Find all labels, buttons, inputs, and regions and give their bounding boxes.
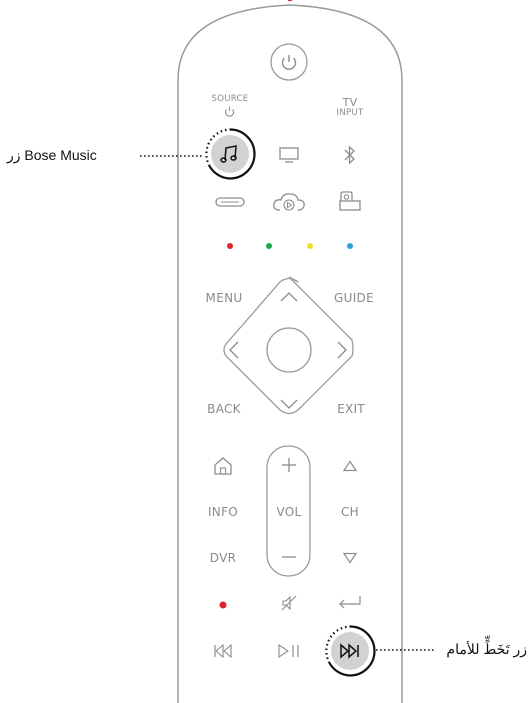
bose-music-callout: زر Bose Music (7, 147, 97, 163)
skip-forward-callout: زر تَخَطٍّ للأمام (446, 641, 527, 657)
callout-leaders (140, 155, 434, 651)
